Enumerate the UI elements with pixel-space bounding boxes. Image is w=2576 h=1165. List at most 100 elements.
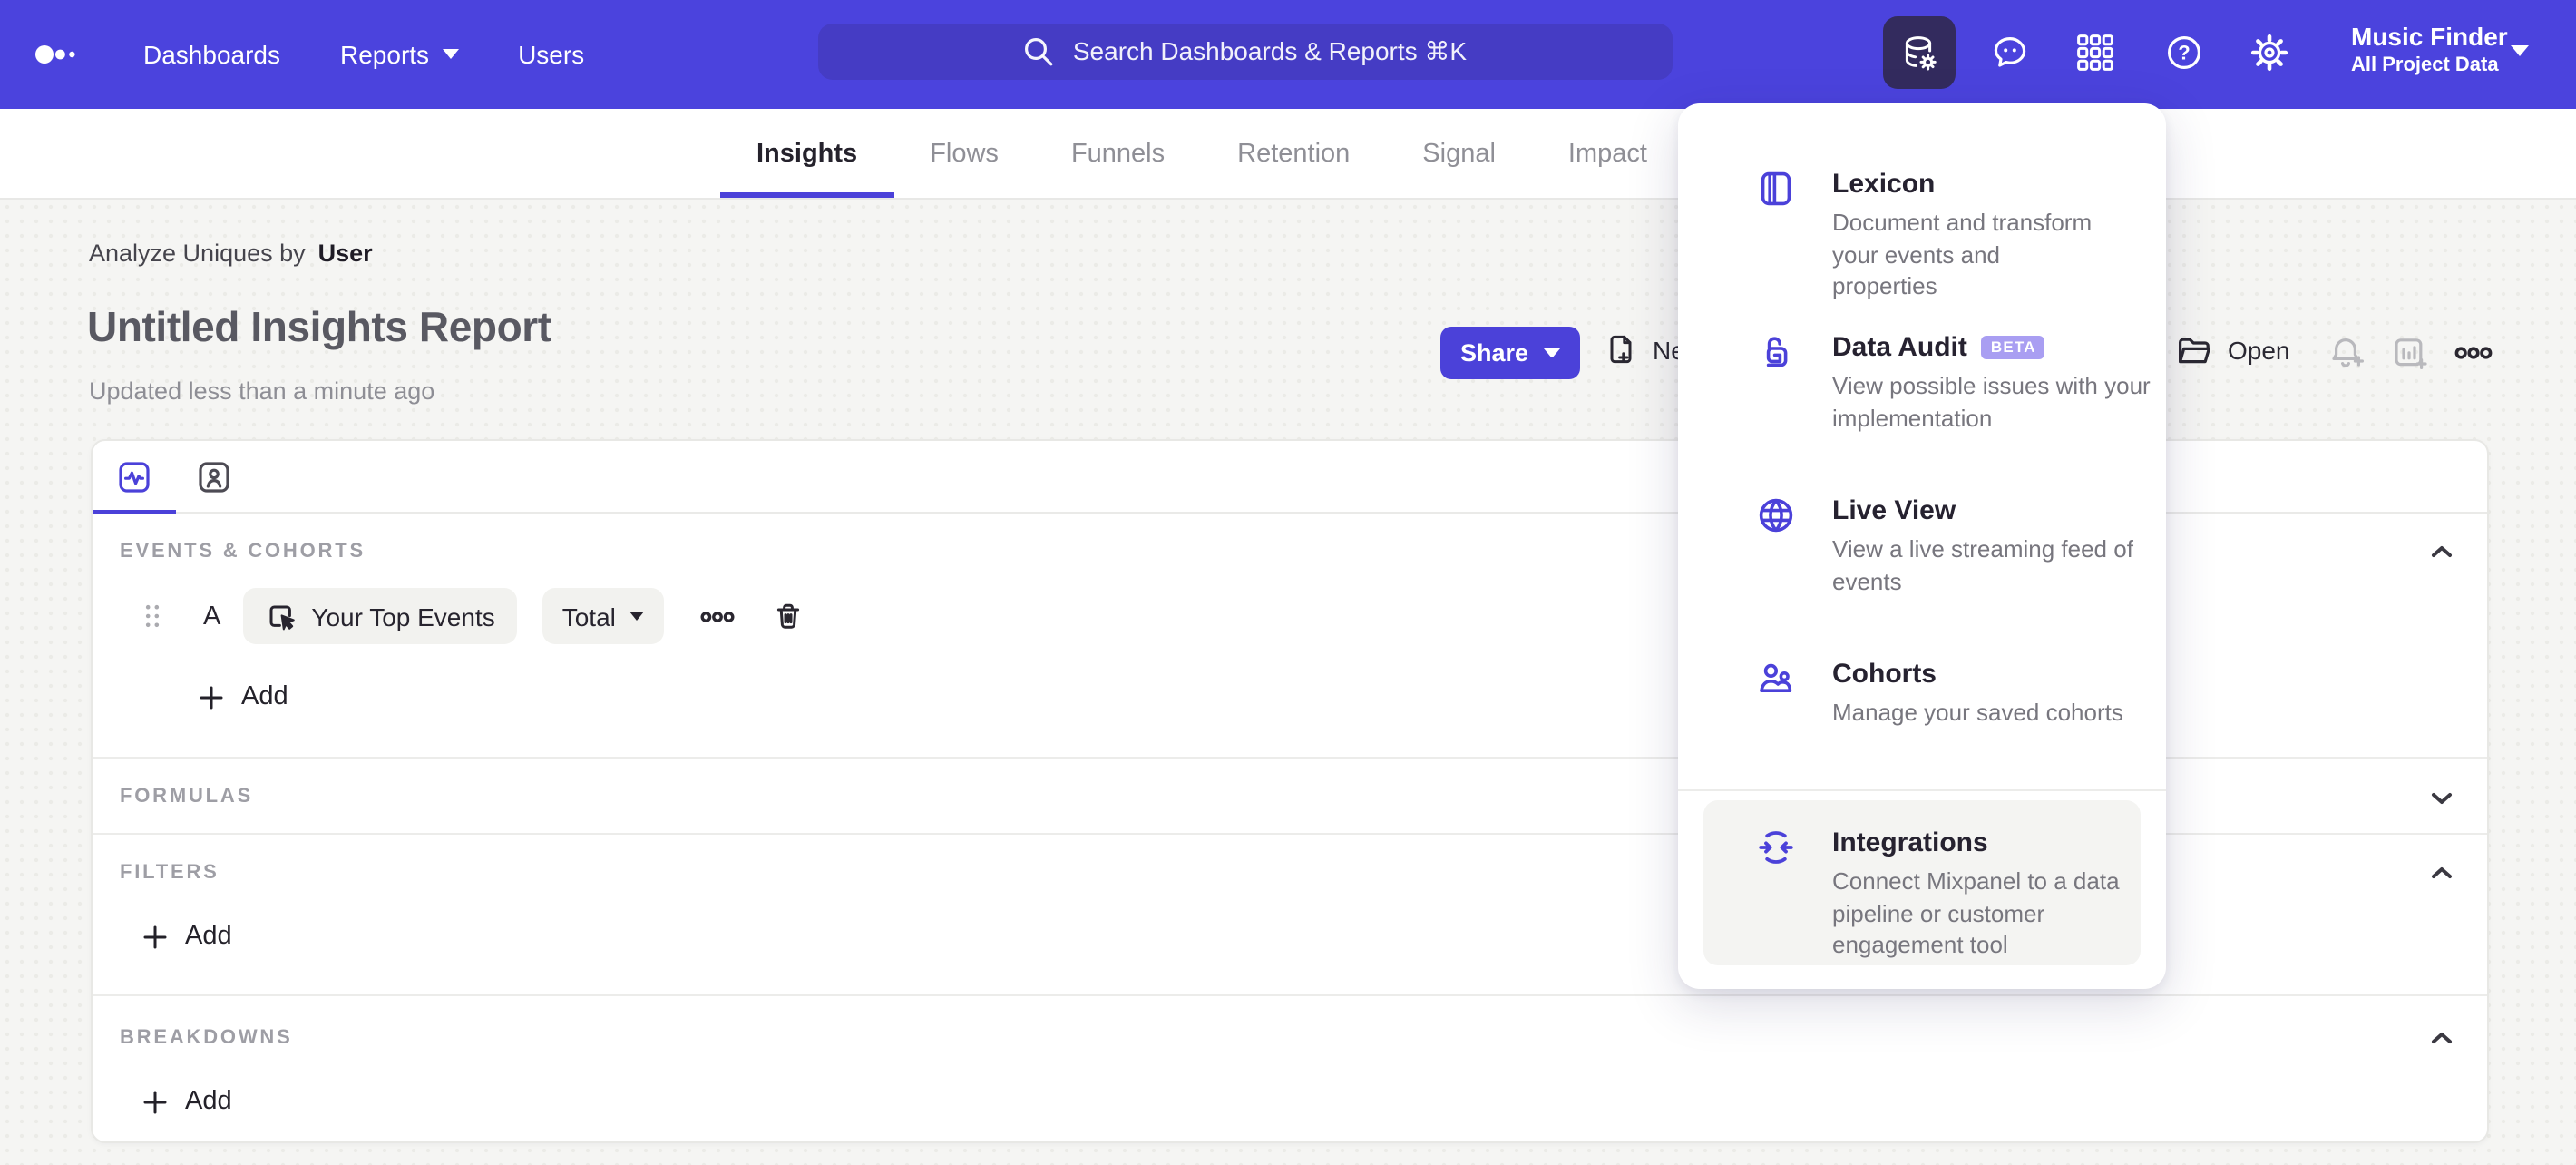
- add-filter-button[interactable]: Add: [143, 922, 232, 951]
- nav-dashboards-label: Dashboards: [143, 40, 280, 69]
- menu-item-cohorts[interactable]: Cohorts Manage your saved cohorts: [1703, 619, 2141, 782]
- share-button[interactable]: Share: [1440, 327, 1580, 379]
- search-input[interactable]: Search Dashboards & Reports ⌘K: [818, 24, 1673, 80]
- tab-impact[interactable]: Impact: [1532, 109, 1683, 198]
- tab-signal[interactable]: Signal: [1386, 109, 1532, 198]
- chevron-down-icon: [1543, 348, 1560, 358]
- tab-flows[interactable]: Flows: [893, 109, 1035, 198]
- menu-item-desc: Manage your saved cohorts: [1832, 699, 2123, 726]
- data-audit-icon: [1754, 330, 1798, 455]
- section-label: BREAKDOWNS: [120, 1027, 293, 1049]
- report-tabbar: Insights Flows Funnels Retention Signal …: [0, 109, 2576, 200]
- menu-item-title-text: Data Audit: [1832, 332, 1967, 363]
- data-management-button[interactable]: [1883, 16, 1956, 89]
- menu-item-title: Lexicon: [1832, 169, 1936, 200]
- tab-impact-label: Impact: [1567, 139, 1647, 168]
- tab-signal-label: Signal: [1422, 139, 1496, 168]
- open-label: Open: [2228, 336, 2290, 365]
- add-breakdown-button[interactable]: Add: [143, 1087, 232, 1116]
- event-row: A Your Top Events Total: [145, 588, 805, 644]
- event-more-button[interactable]: [701, 609, 736, 623]
- menu-item-desc: View a live streaming feed of events: [1832, 535, 2133, 594]
- section-label: FORMULAS: [120, 786, 254, 808]
- add-label: Add: [241, 682, 288, 711]
- menu-item-desc: Document and transform your events and p…: [1832, 209, 2093, 299]
- mixpanel-app: Dashboards Reports Users Search Dashboar…: [0, 0, 2576, 1165]
- menu-item-title: Live View: [1832, 495, 1956, 526]
- section-label: EVENTS & COHORTS: [120, 541, 366, 563]
- event-selector-button[interactable]: Your Top Events: [242, 588, 517, 644]
- cohorts-icon: [1754, 657, 1798, 782]
- tab-flows-label: Flows: [930, 139, 999, 168]
- tab-profiles-view[interactable]: [198, 460, 230, 493]
- help-icon: ?: [2168, 36, 2200, 69]
- feedback-button[interactable]: [1988, 31, 2032, 74]
- chevron-down-icon: [442, 49, 459, 60]
- top-nav: Dashboards Reports Users Search Dashboar…: [0, 0, 2576, 109]
- folder-open-icon: [2179, 338, 2210, 364]
- metric-dropdown[interactable]: Total: [542, 588, 665, 644]
- plus-icon: [143, 1090, 167, 1113]
- event-letter: A: [203, 602, 221, 631]
- svg-text:?: ?: [2178, 42, 2190, 64]
- delete-event-button[interactable]: [774, 601, 805, 631]
- menu-item-data-audit[interactable]: Data Audit BETA View possible issues with…: [1703, 292, 2151, 455]
- project-scope: All Project Data: [2351, 54, 2499, 76]
- menu-item-lexicon[interactable]: Lexicon Document and transform your even…: [1703, 129, 2141, 299]
- create-alert-button[interactable]: [2327, 334, 2366, 372]
- collapse-chevron-up-icon[interactable]: [2427, 537, 2456, 566]
- tab-retention[interactable]: Retention: [1201, 109, 1386, 198]
- lexicon-icon: [1754, 167, 1798, 292]
- data-tools-dropdown: Lexicon Document and transform your even…: [1678, 103, 2166, 989]
- nav-links: Dashboards Reports Users: [143, 0, 584, 109]
- analyze-value-dropdown[interactable]: User: [318, 240, 373, 267]
- page-title[interactable]: Untitled Insights Report: [87, 303, 551, 352]
- bell-plus-icon: [2332, 338, 2364, 367]
- add-event-button[interactable]: Add: [200, 682, 288, 711]
- tab-funnels[interactable]: Funnels: [1035, 109, 1201, 198]
- menu-item-title: Data Audit BETA: [1832, 330, 2162, 365]
- apps-grid-icon: [2077, 34, 2113, 71]
- add-to-dashboard-button[interactable]: [2391, 334, 2429, 372]
- tab-events-view[interactable]: [118, 460, 151, 493]
- chart-plus-icon: [2395, 338, 2427, 369]
- mixpanel-logo-icon[interactable]: [34, 44, 82, 65]
- open-report-button[interactable]: Open: [2175, 332, 2290, 368]
- menu-item-live-view[interactable]: Live View View a live streaming feed of …: [1703, 455, 2141, 619]
- tab-insights-label: Insights: [756, 139, 858, 168]
- menu-item-integrations[interactable]: Integrations Connect Mixpanel to a data …: [1703, 800, 2141, 965]
- user-card-icon: [199, 461, 229, 492]
- analyze-prefix: Analyze Uniques by: [89, 240, 306, 267]
- file-plus-icon: [1610, 335, 1632, 364]
- globe-icon: [1754, 494, 1798, 619]
- chevron-down-icon[interactable]: [2511, 45, 2529, 56]
- section-label: FILTERS: [120, 862, 220, 884]
- analyze-uniques-by: Analyze Uniques by User: [89, 240, 373, 267]
- apps-grid-button[interactable]: [2073, 31, 2117, 74]
- section-breakdowns: BREAKDOWNS Add: [93, 994, 2487, 1145]
- expand-chevron-down-icon[interactable]: [2427, 784, 2456, 813]
- help-button[interactable]: ?: [2162, 31, 2206, 74]
- nav-reports[interactable]: Reports: [340, 40, 459, 69]
- nav-users[interactable]: Users: [518, 40, 584, 69]
- collapse-chevron-up-icon[interactable]: [2427, 1023, 2456, 1052]
- chevron-down-icon: [629, 612, 645, 621]
- nav-reports-label: Reports: [340, 40, 430, 69]
- share-label: Share: [1460, 339, 1529, 367]
- tab-insights[interactable]: Insights: [720, 109, 893, 198]
- settings-button[interactable]: [2248, 31, 2291, 74]
- metric-value: Total: [561, 602, 616, 631]
- gear-icon: [2250, 34, 2288, 72]
- drag-handle-icon[interactable]: [145, 604, 160, 628]
- nav-users-label: Users: [518, 40, 585, 69]
- search-placeholder: Search Dashboards & Reports ⌘K: [1072, 36, 1468, 65]
- nav-dashboards[interactable]: Dashboards: [143, 40, 280, 69]
- trash-icon: [777, 603, 800, 629]
- project-selector[interactable]: Music Finder All Project Data: [2351, 20, 2508, 78]
- menu-item-desc: View possible issues with your implement…: [1832, 372, 2151, 431]
- more-options-button[interactable]: [2454, 345, 2493, 361]
- project-name: Music Finder: [2351, 22, 2508, 51]
- pulse-chart-icon: [119, 461, 150, 492]
- event-name: Your Top Events: [311, 602, 495, 631]
- collapse-chevron-up-icon[interactable]: [2427, 858, 2456, 887]
